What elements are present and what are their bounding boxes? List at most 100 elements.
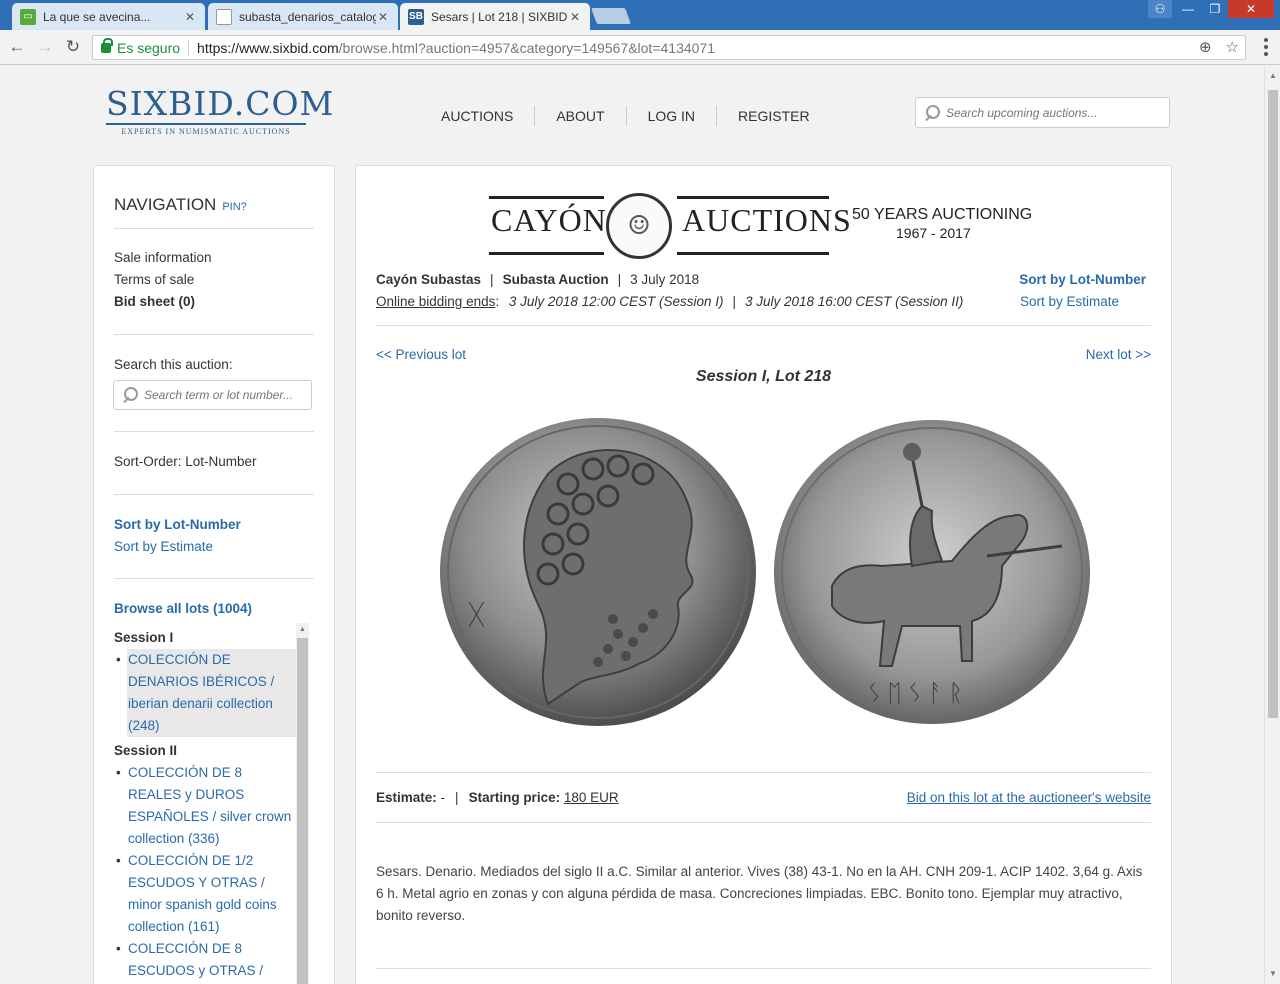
sixbid-favicon-icon: SB [408, 8, 424, 25]
session-1-end: 3 July 2018 12:00 CEST (Session I) [508, 294, 724, 309]
session-2-end: 3 July 2018 16:00 CEST (Session II) [745, 294, 964, 309]
auction-search-input[interactable] [144, 388, 311, 402]
divider [114, 431, 314, 432]
cayon-auctions-logo: CAYÓN ☺ AUCTIONS [489, 192, 851, 259]
minimize-button[interactable]: — [1174, 0, 1202, 18]
auction-name: Subasta Auction [502, 272, 609, 287]
upcoming-search-input[interactable] [946, 105, 1169, 120]
category-item-selected[interactable]: COLECCIÓN DE DENARIOS IBÉRICOS / iberian… [114, 649, 296, 737]
divider [114, 228, 314, 229]
url-host: https://www.sixbid.com [197, 39, 339, 56]
sale-information-link[interactable]: Sale information [114, 250, 212, 265]
coin-reverse-image[interactable]: ᛊᛖᛊᚨᚱ [772, 416, 1092, 728]
category-item[interactable]: COLECCIÓN DE 8 ESCUDOS y OTRAS / [114, 938, 296, 982]
scroll-up-arrow-icon[interactable]: ▲ [296, 623, 309, 637]
bidding-ends-line: Online bidding ends: 3 July 2018 12:00 C… [376, 294, 964, 309]
tab-3-active[interactable]: SB Sesars | Lot 218 | SIXBID.C ✕ [400, 3, 590, 30]
lot-description: Sesars. Denario. Mediados del siglo II a… [376, 864, 1143, 923]
page-scrollbar[interactable]: ▲ ▼ [1264, 66, 1280, 984]
browse-all-lots-link[interactable]: Browse all lots (1004) [114, 601, 252, 616]
category-label: COLECCIÓN DE 8 REALES y DUROS ESPAÑOLES … [128, 765, 292, 846]
secure-label: Es seguro [117, 39, 181, 56]
next-lot-link[interactable]: Next lot >> [1086, 347, 1151, 362]
scroll-up-arrow-icon[interactable]: ▲ [1265, 68, 1280, 84]
sort-by-estimate-link[interactable]: Sort by Estimate [1020, 294, 1119, 309]
close-tab-icon[interactable]: ✕ [376, 10, 390, 24]
auction-date: 3 July 2018 [630, 272, 700, 287]
main-nav: AUCTIONS ABOUT LOG IN REGISTER [420, 106, 831, 126]
years-range: 1967 - 2017 [896, 225, 971, 241]
upcoming-search-box [915, 97, 1170, 128]
previous-lot-link[interactable]: << Previous lot [376, 347, 466, 362]
nav-auctions[interactable]: AUCTIONS [420, 107, 534, 125]
bid-at-auctioneer-link[interactable]: Bid on this lot at the auctioneer's webs… [907, 790, 1151, 805]
tab-2[interactable]: subasta_denarios_catalog ✕ [208, 3, 398, 30]
online-bidding-ends-label[interactable]: Online bidding ends [376, 294, 495, 309]
url-field[interactable]: Es seguro https://www.sixbid.com/browse.… [92, 35, 1246, 60]
nav-register[interactable]: REGISTER [717, 107, 831, 125]
tab-title: La que se avecina... [43, 9, 151, 24]
sidebar-scrollbar[interactable]: ▲ [296, 623, 309, 984]
logo-underline [106, 123, 306, 125]
browser-menu-icon[interactable] [1264, 38, 1268, 56]
session-list: Session I COLECCIÓN DE DENARIOS IBÉRICOS… [114, 630, 296, 984]
label-colon: : [495, 294, 500, 309]
new-tab-button[interactable] [591, 8, 631, 24]
sort-by-lot-number-link[interactable]: Sort by Lot-Number [114, 517, 241, 532]
session-heading: Session I [114, 630, 174, 645]
nav-about[interactable]: ABOUT [535, 107, 625, 125]
divider [114, 578, 314, 579]
close-tab-icon[interactable]: ✕ [183, 10, 197, 24]
divider [376, 772, 1151, 773]
window-close-button[interactable]: ✕ [1228, 0, 1274, 18]
sort-by-estimate-link[interactable]: Sort by Estimate [114, 539, 213, 554]
pin-link[interactable]: PIN? [222, 201, 246, 213]
logo-tagline: EXPERTS IN NUMISMATIC AUCTIONS [121, 127, 291, 136]
sidebar-heading: NAVIGATION PIN? [114, 195, 247, 215]
bid-sheet-link[interactable]: Bid sheet (0) [114, 294, 195, 309]
chat-favicon-icon: ▭ [20, 8, 36, 25]
back-arrow-icon[interactable]: ← [6, 36, 28, 58]
years-auctioning: 50 YEARS AUCTIONING [852, 206, 1033, 223]
tab-title: Sesars | Lot 218 | SIXBID.C [431, 9, 568, 24]
scroll-thumb[interactable] [1268, 90, 1278, 718]
divider [188, 39, 190, 56]
divider [376, 822, 1151, 823]
category-item[interactable]: COLECCIÓN DE 1/2 ESCUDOS Y OTRAS / minor… [114, 850, 296, 938]
forward-arrow-icon[interactable]: → [34, 36, 56, 58]
page-favicon-icon [216, 8, 232, 25]
maximize-button[interactable]: ❐ [1202, 0, 1228, 18]
logo-rule [489, 252, 604, 255]
janus-medallion-icon: ☺ [606, 193, 672, 259]
auction-house: Cayón Subastas [376, 272, 482, 287]
navigation-sidebar: NAVIGATION PIN? Sale information Terms of… [93, 165, 335, 984]
svg-text:ᚷ: ᚷ [468, 598, 485, 631]
tab-1[interactable]: ▭ La que se avecina... ✕ [12, 3, 205, 30]
reload-icon[interactable]: ↻ [62, 36, 84, 58]
scroll-down-arrow-icon[interactable]: ▼ [1265, 966, 1280, 982]
session-heading: Session II [114, 743, 178, 758]
browser-tab-strip: ▭ La que se avecina... ✕ subasta_denario… [0, 0, 1280, 30]
sidebar-title: NAVIGATION [114, 195, 217, 214]
auction-search-box [113, 380, 312, 410]
brand-left-text: CAYÓN [491, 202, 607, 238]
starting-price-label: Starting price: [468, 790, 561, 805]
terms-of-sale-link[interactable]: Terms of sale [114, 272, 194, 287]
scroll-thumb[interactable] [297, 638, 308, 984]
search-auction-label: Search this auction: [114, 357, 233, 372]
logo-rule [677, 196, 829, 199]
sixbid-logo[interactable]: SIXBID.COM EXPERTS IN NUMISMATIC AUCTION… [106, 86, 333, 136]
close-tab-icon[interactable]: ✕ [568, 10, 582, 24]
zoom-icon[interactable]: ⊕ [1199, 38, 1212, 56]
bookmark-star-icon[interactable]: ☆ [1226, 38, 1239, 56]
search-icon [924, 104, 940, 121]
nav-login[interactable]: LOG IN [627, 107, 716, 125]
profile-icon[interactable]: ⚇ [1148, 0, 1172, 18]
category-item[interactable]: COLECCIÓN DE 8 REALES y DUROS ESPAÑOLES … [114, 762, 296, 850]
page-viewport: SIXBID.COM EXPERTS IN NUMISMATIC AUCTION… [0, 66, 1264, 984]
coin-obverse-image[interactable]: ᚷ [438, 414, 758, 730]
sort-by-lot-number-link[interactable]: Sort by Lot-Number [1019, 272, 1146, 287]
search-icon [122, 387, 138, 403]
divider [114, 494, 314, 495]
logo-rule [677, 252, 829, 255]
